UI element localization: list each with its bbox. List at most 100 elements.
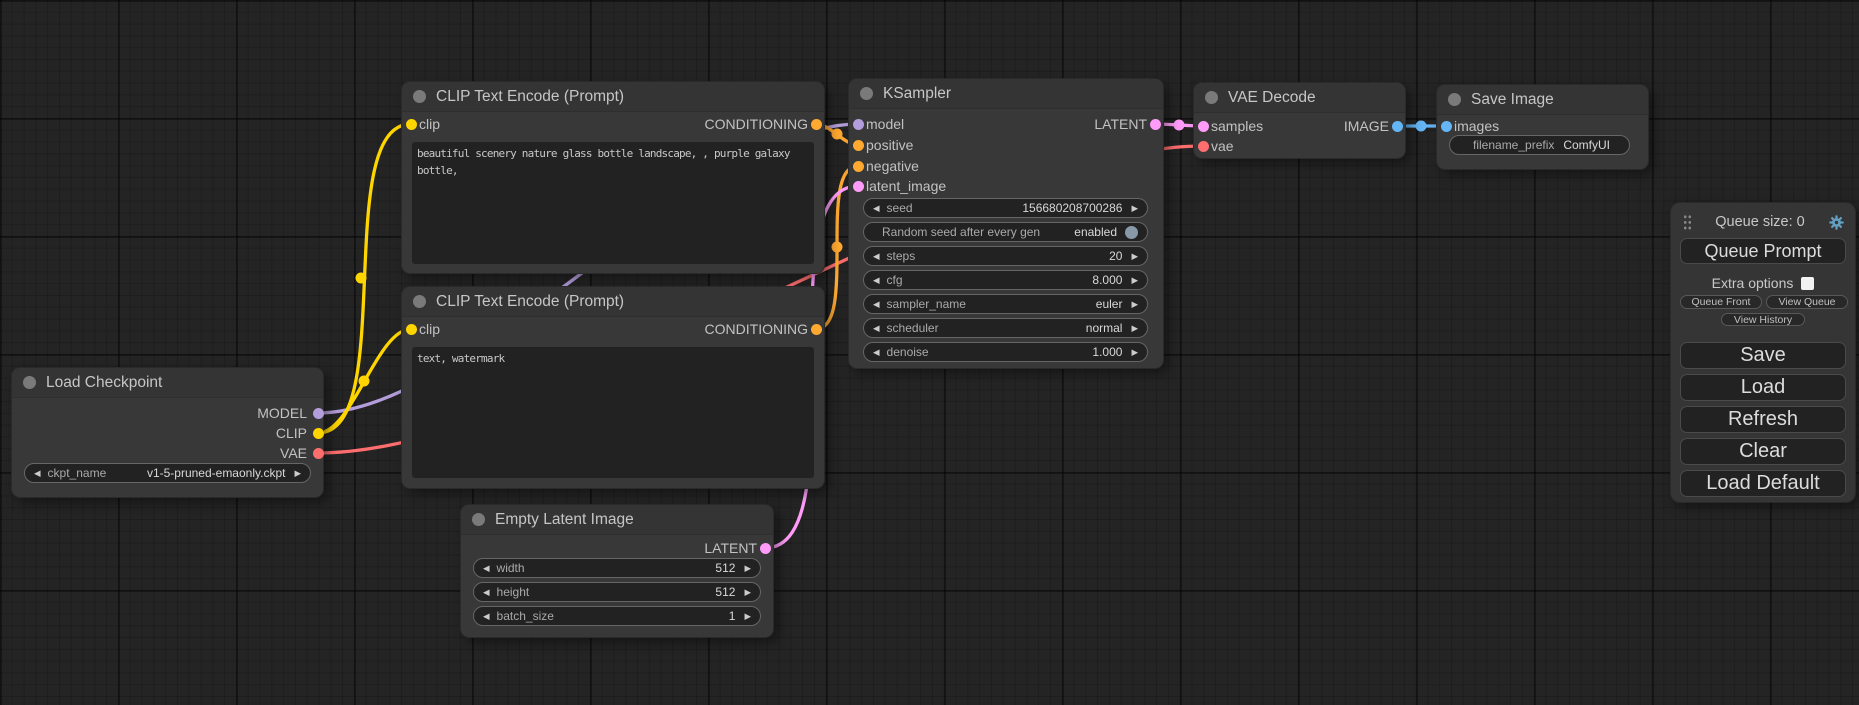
prompt-textarea[interactable]: text, watermark: [412, 347, 814, 478]
node-title-bar[interactable]: CLIP Text Encode (Prompt): [402, 287, 824, 317]
ckpt-name-widget[interactable]: ◀ ckpt_name v1-5-pruned-emaonly.ckpt ▶: [24, 463, 311, 483]
queue-size-label: Queue size: 0: [1692, 214, 1828, 230]
stepper-left-icon[interactable]: ◀: [873, 252, 880, 261]
stepper-right-icon[interactable]: ▶: [1131, 300, 1138, 309]
collapse-dot-icon[interactable]: [1205, 91, 1218, 104]
random-seed-toggle-widget[interactable]: Random seed after every gen enabled: [863, 222, 1148, 242]
queue-prompt-button[interactable]: Queue Prompt: [1680, 238, 1846, 264]
collapse-dot-icon[interactable]: [23, 376, 36, 389]
node-title-bar[interactable]: CLIP Text Encode (Prompt): [402, 82, 824, 112]
widget-value: 512: [715, 561, 735, 575]
toggle-on-icon[interactable]: [1125, 226, 1138, 239]
stepper-left-icon[interactable]: ◀: [873, 324, 880, 333]
stepper-right-icon[interactable]: ▶: [744, 564, 751, 573]
widget-label: scheduler: [887, 321, 939, 335]
drag-handle-icon[interactable]: [1683, 214, 1692, 231]
scheduler-widget[interactable]: ◀ scheduler normal ▶: [863, 318, 1148, 338]
view-queue-button[interactable]: View Queue: [1766, 295, 1848, 309]
node-graph-canvas[interactable]: Load Checkpoint MODEL CLIP VAE ◀ ckpt_na…: [0, 0, 1859, 705]
collapse-dot-icon[interactable]: [860, 87, 873, 100]
port-conditioning-output[interactable]: [811, 119, 822, 130]
node-title: Empty Latent Image: [495, 511, 634, 529]
node-title-bar[interactable]: Load Checkpoint: [12, 368, 323, 398]
port-latent-output[interactable]: [760, 543, 771, 554]
extra-options-label: Extra options: [1712, 275, 1794, 291]
input-label-samples: samples: [1211, 118, 1263, 134]
batch-size-widget[interactable]: ◀ batch_size 1 ▶: [473, 606, 761, 626]
stepper-right-icon[interactable]: ▶: [744, 588, 751, 597]
stepper-left-icon[interactable]: ◀: [873, 276, 880, 285]
height-widget[interactable]: ◀ height 512 ▶: [473, 582, 761, 602]
stepper-right-icon[interactable]: ▶: [1131, 348, 1138, 357]
stepper-left-icon[interactable]: ◀: [873, 348, 880, 357]
node-load-checkpoint[interactable]: Load Checkpoint MODEL CLIP VAE ◀ ckpt_na…: [12, 368, 323, 497]
input-label-positive: positive: [866, 137, 913, 153]
port-latent-output[interactable]: [1150, 119, 1161, 130]
stepper-left-icon[interactable]: ◀: [483, 612, 490, 621]
stepper-right-icon[interactable]: ▶: [1131, 276, 1138, 285]
filename-prefix-widget[interactable]: filename_prefix ComfyUI: [1449, 135, 1630, 155]
widget-value: v1-5-pruned-emaonly.ckpt: [147, 466, 286, 480]
seed-widget[interactable]: ◀ seed 156680208700286 ▶: [863, 198, 1148, 218]
stepper-right-icon[interactable]: ▶: [744, 612, 751, 621]
port-negative-input[interactable]: [853, 161, 864, 172]
port-conditioning-output[interactable]: [811, 324, 822, 335]
port-image-output[interactable]: [1392, 121, 1403, 132]
stepper-right-icon[interactable]: ▶: [294, 469, 301, 478]
stepper-left-icon[interactable]: ◀: [483, 564, 490, 573]
steps-widget[interactable]: ◀ steps 20 ▶: [863, 246, 1148, 266]
node-title-bar[interactable]: Save Image: [1437, 85, 1648, 115]
widget-label: ckpt_name: [48, 466, 107, 480]
input-label-images: images: [1454, 118, 1499, 134]
port-model-input[interactable]: [853, 119, 864, 130]
view-history-button[interactable]: View History: [1721, 313, 1805, 326]
port-clip-output[interactable]: [313, 428, 324, 439]
denoise-widget[interactable]: ◀ denoise 1.000 ▶: [863, 342, 1148, 362]
port-clip-input[interactable]: [406, 324, 417, 335]
stepper-left-icon[interactable]: ◀: [34, 469, 41, 478]
refresh-button[interactable]: Refresh: [1680, 406, 1846, 433]
node-title-bar[interactable]: Empty Latent Image: [461, 505, 773, 535]
port-positive-input[interactable]: [853, 140, 864, 151]
queue-menu-panel: Queue size: 0 Queue Prompt Extra options: [1671, 203, 1855, 502]
node-vae-decode[interactable]: VAE Decode samples IMAGE vae: [1194, 83, 1405, 158]
port-vae-output[interactable]: [313, 448, 324, 459]
port-clip-input[interactable]: [406, 119, 417, 130]
input-label-vae: vae: [1211, 138, 1234, 154]
stepper-left-icon[interactable]: ◀: [873, 204, 880, 213]
collapse-dot-icon[interactable]: [413, 295, 426, 308]
collapse-dot-icon[interactable]: [472, 513, 485, 526]
port-vae-input[interactable]: [1198, 141, 1209, 152]
stepper-left-icon[interactable]: ◀: [483, 588, 490, 597]
cfg-widget[interactable]: ◀ cfg 8.000 ▶: [863, 270, 1148, 290]
node-title: CLIP Text Encode (Prompt): [436, 293, 624, 311]
port-images-input[interactable]: [1441, 121, 1452, 132]
node-ksampler[interactable]: KSampler model LATENT positive negative …: [849, 79, 1163, 368]
stepper-right-icon[interactable]: ▶: [1131, 204, 1138, 213]
widget-value: 1.000: [1092, 345, 1122, 359]
load-default-button[interactable]: Load Default: [1680, 470, 1846, 497]
sampler-name-widget[interactable]: ◀ sampler_name euler ▶: [863, 294, 1148, 314]
width-widget[interactable]: ◀ width 512 ▶: [473, 558, 761, 578]
node-save-image[interactable]: Save Image images filename_prefix ComfyU…: [1437, 85, 1648, 169]
node-clip-text-encode-positive[interactable]: CLIP Text Encode (Prompt) clip CONDITION…: [402, 82, 824, 273]
node-clip-text-encode-negative[interactable]: CLIP Text Encode (Prompt) clip CONDITION…: [402, 287, 824, 488]
stepper-left-icon[interactable]: ◀: [873, 300, 880, 309]
node-empty-latent-image[interactable]: Empty Latent Image LATENT ◀ width 512 ▶ …: [461, 505, 773, 637]
stepper-right-icon[interactable]: ▶: [1131, 252, 1138, 261]
clear-button[interactable]: Clear: [1680, 438, 1846, 465]
stepper-right-icon[interactable]: ▶: [1131, 324, 1138, 333]
queue-front-button[interactable]: Queue Front: [1680, 295, 1762, 309]
save-button[interactable]: Save: [1680, 342, 1846, 369]
node-title-bar[interactable]: VAE Decode: [1194, 83, 1405, 113]
port-model-output[interactable]: [313, 408, 324, 419]
port-samples-input[interactable]: [1198, 121, 1209, 132]
port-latent-image-input[interactable]: [853, 181, 864, 192]
collapse-dot-icon[interactable]: [413, 90, 426, 103]
prompt-textarea[interactable]: beautiful scenery nature glass bottle la…: [412, 142, 814, 264]
extra-options-checkbox[interactable]: [1801, 277, 1814, 290]
node-title-bar[interactable]: KSampler: [849, 79, 1163, 109]
gear-icon[interactable]: [1828, 214, 1845, 231]
collapse-dot-icon[interactable]: [1448, 93, 1461, 106]
load-button[interactable]: Load: [1680, 374, 1846, 401]
